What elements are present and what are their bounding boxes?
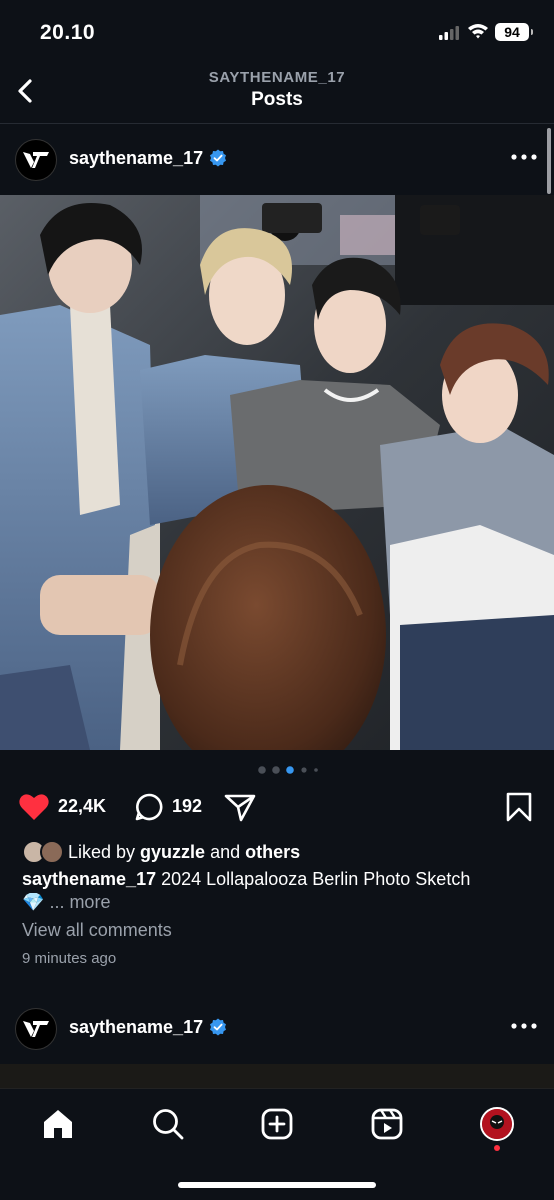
comment-icon[interactable] bbox=[134, 792, 164, 822]
view-all-comments-link[interactable]: View all comments bbox=[22, 920, 172, 941]
status-bar: 20.10 94 bbox=[0, 0, 554, 62]
wifi-icon bbox=[468, 24, 488, 39]
next-post-username[interactable]: saythename_17 bbox=[69, 1017, 203, 1038]
create-post-icon[interactable] bbox=[260, 1107, 294, 1141]
caption-emoji: 💎 bbox=[22, 892, 45, 912]
brand-logo-icon bbox=[23, 152, 49, 168]
post-actions: 22,4K 192 bbox=[0, 788, 554, 828]
post-timestamp: 9 minutes ago bbox=[22, 950, 117, 967]
bookmark-icon[interactable] bbox=[506, 792, 532, 822]
top-navigation-bar: SAYTHENAME_17 Posts bbox=[0, 62, 554, 124]
avatar[interactable] bbox=[15, 1008, 57, 1050]
header-account-name: SAYTHENAME_17 bbox=[208, 69, 346, 86]
liked-by-prefix: Liked by bbox=[68, 841, 136, 862]
verified-icon bbox=[210, 1018, 226, 1036]
next-post-photo[interactable] bbox=[0, 1064, 554, 1090]
post-header: saythename_17 bbox=[0, 125, 554, 195]
search-icon[interactable] bbox=[151, 1107, 185, 1141]
notification-dot-icon bbox=[494, 1145, 500, 1151]
liker-avatar bbox=[40, 840, 64, 864]
liked-by[interactable]: Liked by gyuzzle and others bbox=[22, 840, 305, 864]
home-indicator bbox=[178, 1182, 376, 1188]
caption-text: 2024 Lollapalooza Berlin Photo Sketch bbox=[161, 869, 471, 889]
group-photo-image bbox=[0, 195, 554, 750]
liked-by-user[interactable]: gyuzzle bbox=[140, 842, 205, 862]
liked-by-others[interactable]: others bbox=[245, 842, 300, 862]
caption-more-link[interactable]: ... more bbox=[49, 892, 110, 912]
post-username[interactable]: saythename_17 bbox=[69, 148, 203, 169]
post-photo[interactable] bbox=[0, 195, 554, 750]
verified-icon bbox=[210, 149, 226, 167]
share-icon[interactable] bbox=[224, 792, 256, 822]
brand-logo-icon bbox=[23, 1021, 49, 1037]
status-time: 20.10 bbox=[40, 21, 96, 44]
more-options-icon[interactable] bbox=[510, 153, 538, 161]
more-options-icon[interactable] bbox=[510, 1022, 538, 1030]
heart-icon[interactable] bbox=[18, 792, 50, 822]
reels-icon[interactable] bbox=[370, 1107, 404, 1141]
like-count[interactable]: 22,4K bbox=[58, 796, 106, 817]
liked-by-avatars bbox=[22, 840, 66, 864]
profile-avatar-icon bbox=[482, 1109, 512, 1139]
carousel-indicator bbox=[258, 766, 318, 774]
liked-by-and: and bbox=[210, 841, 241, 862]
post-caption: saythename_17 2024 Lollapalooza Berlin P… bbox=[22, 868, 534, 914]
avatar[interactable] bbox=[15, 139, 57, 181]
next-post-header: saythename_17 bbox=[0, 994, 554, 1064]
battery-indicator: 94 bbox=[495, 23, 533, 41]
profile-icon[interactable] bbox=[480, 1107, 514, 1141]
home-icon[interactable] bbox=[41, 1107, 75, 1141]
page-title: Posts bbox=[251, 89, 303, 110]
comment-count[interactable]: 192 bbox=[172, 796, 202, 817]
cellular-signal-icon bbox=[439, 26, 459, 40]
caption-username[interactable]: saythename_17 bbox=[22, 869, 156, 889]
